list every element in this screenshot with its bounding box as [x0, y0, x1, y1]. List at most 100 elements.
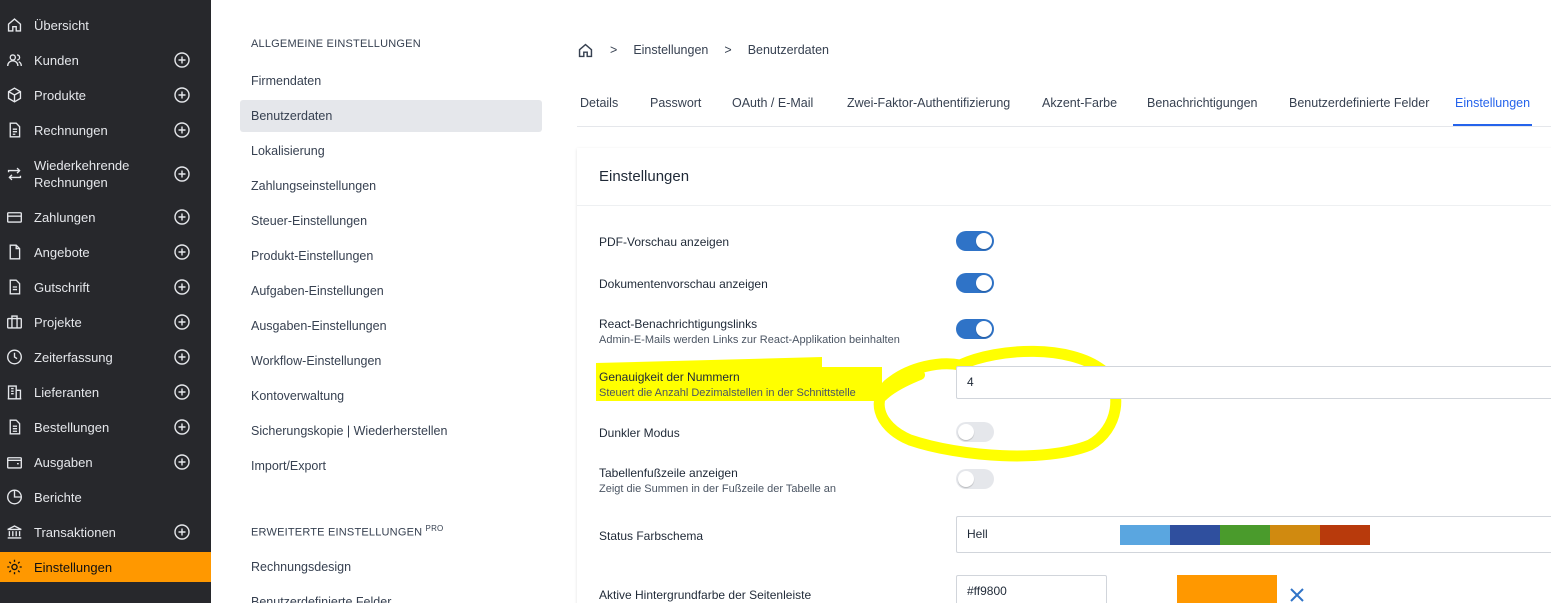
tab-passwort[interactable]: Passwort [650, 86, 701, 126]
nav-item-uebersicht[interactable]: Übersicht [0, 10, 211, 40]
plus-circle-icon[interactable] [174, 419, 190, 435]
file-icon [9, 244, 21, 260]
nav-item-rechnungen[interactable]: Rechnungen [0, 115, 211, 145]
tab-einstellungen[interactable]: Einstellungen [1453, 86, 1533, 126]
sidebar-bg-input[interactable]: #ff9800 [956, 575, 1107, 603]
react-links-label: React-Benachrichtigungslinks Admin-E-Mai… [599, 317, 900, 346]
file-text-icon [9, 279, 21, 295]
toggle-knob [976, 321, 992, 337]
home-icon [7, 18, 22, 32]
nav-item-zahlungen[interactable]: Zahlungen [0, 202, 211, 232]
submenu-item-produkt-einstellungen[interactable]: Produkt-Einstellungen [240, 240, 542, 272]
nav-item-label: Projekte [34, 314, 82, 330]
plus-circle-icon[interactable] [174, 209, 190, 225]
plus-circle-icon[interactable] [174, 87, 190, 103]
plus-circle-icon[interactable] [174, 166, 190, 182]
nav-item-ausgaben[interactable]: Ausgaben [0, 447, 211, 477]
plus-circle-icon[interactable] [174, 52, 190, 68]
pdf-preview-label: PDF-Vorschau anzeigen [599, 235, 730, 249]
tab-benachrichtigungen[interactable]: Benachrichtigungen [1147, 86, 1258, 126]
plus-circle-icon[interactable] [174, 244, 190, 260]
nav-item-projekte[interactable]: Projekte [0, 307, 211, 337]
doc-preview-toggle[interactable] [956, 273, 994, 293]
pdf-preview-toggle[interactable] [956, 231, 994, 251]
plus-circle-icon[interactable] [174, 122, 190, 138]
submenu-item-import-export[interactable]: Import/Export [240, 450, 542, 482]
react-links-title: React-Benachrichtigungslinks [599, 317, 758, 331]
breadcrumb-item-benutzerdaten[interactable]: Benutzerdaten [748, 43, 829, 57]
advanced-settings-heading-label: ERWEITERTE EINSTELLUNGEN [251, 526, 423, 539]
table-footer-toggle[interactable] [956, 469, 994, 489]
nav-item-einstellungen[interactable]: Einstellungen [0, 552, 211, 582]
submenu-item-steuer-einstellungen[interactable]: Steuer-Einstellungen [240, 205, 542, 237]
sidebar-nav: Übersicht Kunden Produkte Rechnungen Wie… [0, 0, 211, 603]
nav-item-label: Produkte [34, 87, 87, 103]
nav-item-bestellungen[interactable]: Bestellungen [0, 412, 211, 442]
nav-item-kunden[interactable]: Kunden [0, 45, 211, 75]
nav-item-lieferanten[interactable]: Lieferanten [0, 377, 211, 407]
sidebar-bg-label: Aktive Hintergrundfarbe der Seitenleiste [599, 588, 812, 602]
tab-oauth-email[interactable]: OAuth / E-Mail [732, 86, 813, 126]
nav-item-label: Ausgaben [34, 454, 93, 470]
tab-akzent-farbe[interactable]: Akzent-Farbe [1042, 86, 1117, 126]
submenu-item-aufgaben-einstellungen[interactable]: Aufgaben-Einstellungen [240, 275, 542, 307]
tab-zwei-faktor[interactable]: Zwei-Faktor-Authentifizierung [847, 86, 1010, 126]
precision-input[interactable]: 4 [956, 366, 1551, 399]
nav-item-transaktionen[interactable]: Transaktionen [0, 517, 211, 547]
gear-icon [7, 559, 22, 575]
status-scheme-label: Status Farbschema [599, 529, 704, 543]
nav-item-label: Kunden [34, 52, 79, 68]
submenu-item-lokalisierung[interactable]: Lokalisierung [240, 135, 542, 167]
nav-item-produkte[interactable]: Produkte [0, 80, 211, 110]
submenu-item-kontoverwaltung[interactable]: Kontoverwaltung [240, 380, 542, 412]
dark-mode-toggle[interactable] [956, 422, 994, 442]
submenu-item-rechnungsdesign[interactable]: Rechnungsdesign [240, 551, 542, 583]
submenu-item-firmendaten[interactable]: Firmendaten [240, 65, 542, 97]
home-icon[interactable] [577, 42, 594, 59]
status-color-swatch [1120, 525, 1170, 545]
close-icon[interactable] [1288, 586, 1306, 603]
nav-item-zeiterfassung[interactable]: Zeiterfassung [0, 342, 211, 372]
tab-benutzerdefinierte-felder[interactable]: Benutzerdefinierte Felder [1289, 86, 1429, 126]
card-title: Einstellungen [599, 168, 690, 185]
document-icon [9, 122, 21, 138]
submenu-item-sicherungskopie[interactable]: Sicherungskopie | Wiederherstellen [240, 415, 542, 447]
plus-circle-icon[interactable] [174, 349, 190, 365]
users-icon [7, 54, 22, 67]
plus-circle-icon[interactable] [174, 314, 190, 330]
tab-bar: Details Passwort OAuth / E-Mail Zwei-Fak… [577, 86, 1551, 127]
plus-circle-icon[interactable] [174, 454, 190, 470]
nav-item-label: Angebote [34, 244, 90, 260]
submenu-item-workflow-einstellungen[interactable]: Workflow-Einstellungen [240, 345, 542, 377]
status-color-swatch [1170, 525, 1220, 545]
sidebar-bg-swatch[interactable] [1177, 575, 1277, 603]
toggle-knob [976, 233, 992, 249]
submenu-item-ausgaben-einstellungen[interactable]: Ausgaben-Einstellungen [240, 310, 542, 342]
nav-item-label: Zeiterfassung [34, 349, 113, 365]
table-footer-label: Tabellenfußzeile anzeigen Zeigt die Summ… [599, 466, 836, 495]
breadcrumb-separator: > [610, 43, 618, 57]
nav-item-wiederkehrende-rechnungen[interactable]: Wiederkehrende Rechnungen [0, 154, 211, 194]
nav-item-berichte[interactable]: Berichte [0, 482, 211, 512]
tab-details[interactable]: Details [580, 86, 618, 126]
submenu-item-benutzerdaten[interactable]: Benutzerdaten [240, 100, 542, 132]
clock-icon [7, 349, 22, 365]
status-color-swatch [1220, 525, 1270, 545]
nav-item-label: Zahlungen [34, 209, 96, 225]
nav-item-angebote[interactable]: Angebote [0, 237, 211, 267]
submenu-item-benutzerdefinierte-felder[interactable]: Benutzerdefinierte Felder [240, 586, 542, 603]
nav-item-gutschrift[interactable]: Gutschrift [0, 272, 211, 302]
nav-item-label: Transaktionen [34, 524, 116, 540]
pro-badge: PRO [425, 524, 444, 533]
precision-description: Steuert die Anzahl Dezimalstellen in der… [599, 387, 856, 399]
plus-circle-icon[interactable] [174, 279, 190, 295]
plus-circle-icon[interactable] [174, 524, 190, 540]
nav-item-label: Rechnungen [34, 122, 108, 138]
pie-chart-icon [7, 489, 22, 505]
react-links-toggle[interactable] [956, 319, 994, 339]
doc-preview-label: Dokumentenvorschau anzeigen [599, 277, 768, 291]
plus-circle-icon[interactable] [174, 384, 190, 400]
breadcrumb-item-einstellungen[interactable]: Einstellungen [633, 43, 708, 57]
clipboard-icon [9, 419, 21, 435]
submenu-item-zahlungseinstellungen[interactable]: Zahlungseinstellungen [240, 170, 542, 202]
